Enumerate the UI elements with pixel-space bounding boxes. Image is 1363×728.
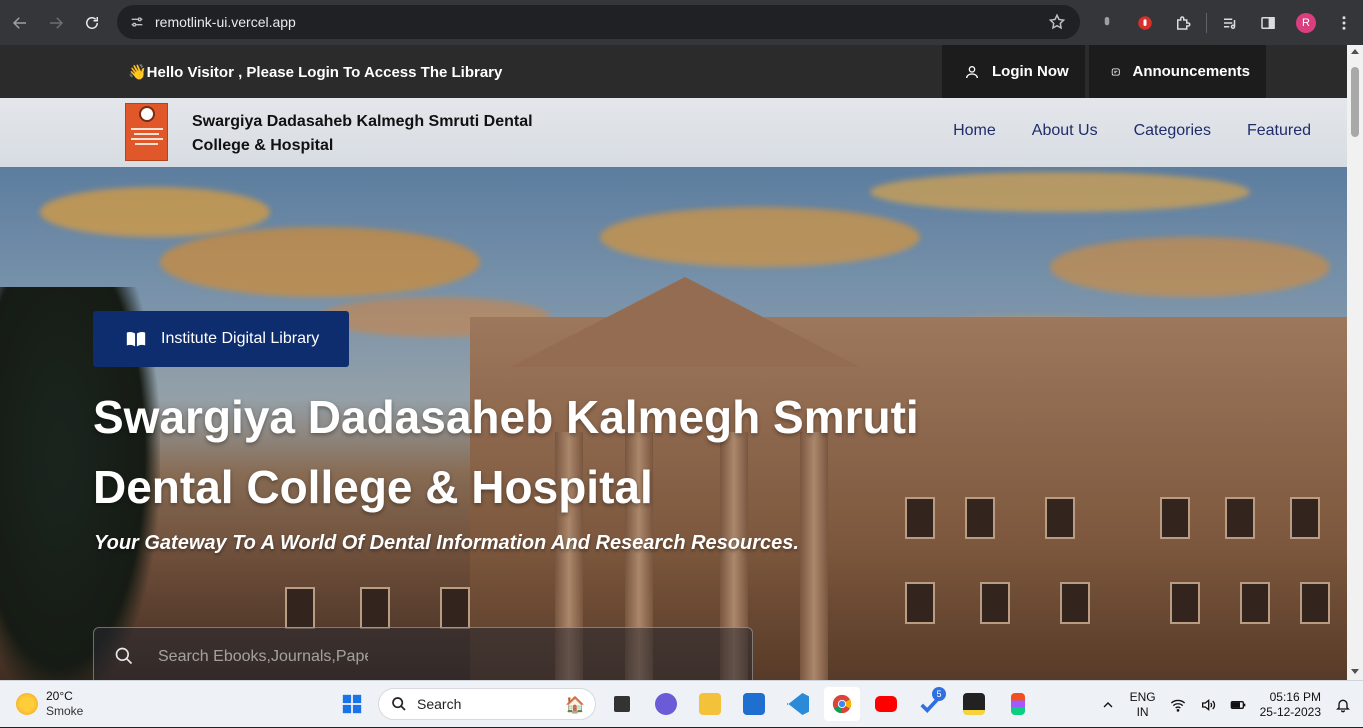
user-icon xyxy=(966,65,978,78)
windows-taskbar: 20°C Smoke Search 🏠 5 ENG IN 05:16 PM 25… xyxy=(0,680,1363,727)
hero-section: Institute Digital Library Swargiya Dadas… xyxy=(0,167,1347,680)
microsoft-store-icon[interactable] xyxy=(736,687,772,721)
badge-label: Institute Digital Library xyxy=(161,330,320,347)
todo-icon[interactable]: 5 xyxy=(912,687,948,721)
nav-featured[interactable]: Featured xyxy=(1247,122,1311,140)
scroll-up-arrow[interactable] xyxy=(1351,49,1359,54)
back-icon[interactable] xyxy=(2,5,38,41)
bookmark-star-icon[interactable] xyxy=(1048,13,1066,31)
notification-bell-icon[interactable] xyxy=(1335,697,1351,713)
taskbar-clock[interactable]: 05:16 PM 25-12-2023 xyxy=(1260,690,1321,720)
nav-about-us[interactable]: About Us xyxy=(1032,122,1098,140)
scroll-down-arrow[interactable] xyxy=(1351,669,1359,674)
hero-title: Swargiya Dadasaheb Kalmegh Smruti Dental… xyxy=(93,391,919,513)
browser-toolbar: remotlink-ui.vercel.app R xyxy=(0,0,1363,45)
hero-tagline: Your Gateway To A World Of Dental Inform… xyxy=(94,532,799,554)
taskbar-search-icon xyxy=(392,697,406,711)
nav-categories[interactable]: Categories xyxy=(1134,122,1211,140)
top-info-bar: 👋Hello Visitor , Please Login To Access … xyxy=(0,45,1347,98)
reload-icon[interactable] xyxy=(74,5,110,41)
search-input[interactable] xyxy=(158,644,368,670)
vscode-icon[interactable] xyxy=(780,687,816,721)
todo-badge: 5 xyxy=(932,687,946,701)
open-book-icon xyxy=(126,331,146,347)
extension-mic-icon[interactable] xyxy=(1088,4,1126,42)
college-name: Swargiya Dadasaheb Kalmegh Smruti Dental… xyxy=(192,113,533,154)
task-view-icon[interactable] xyxy=(604,687,640,721)
address-bar[interactable]: remotlink-ui.vercel.app xyxy=(117,5,1080,39)
announcements-label: Announcements xyxy=(1132,63,1250,80)
weather-temperature: 20°C xyxy=(46,689,73,703)
wifi-icon[interactable] xyxy=(1170,697,1186,713)
taskbar-search[interactable]: Search 🏠 xyxy=(378,688,596,720)
college-logo[interactable] xyxy=(125,103,168,161)
figma-icon[interactable] xyxy=(1000,687,1036,721)
site-info-icon[interactable] xyxy=(129,14,145,30)
chrome-taskbar-icon[interactable] xyxy=(824,687,860,721)
url-text: remotlink-ui.vercel.app xyxy=(155,14,296,30)
lang-region: IN xyxy=(1136,704,1149,719)
side-panel-icon[interactable] xyxy=(1249,4,1287,42)
site-header: Swargiya Dadasaheb Kalmegh Smruti Dental… xyxy=(0,98,1347,167)
battery-icon[interactable] xyxy=(1230,697,1246,713)
taskbar-apps: Search 🏠 5 xyxy=(334,687,1036,721)
announcement-icon xyxy=(1111,67,1120,76)
extensions-puzzle-icon[interactable] xyxy=(1164,4,1202,42)
lang-code: ENG xyxy=(1129,689,1156,704)
chrome-menu-icon[interactable] xyxy=(1325,4,1363,42)
chevron-up-icon[interactable] xyxy=(1100,697,1116,713)
youtube-icon[interactable] xyxy=(868,687,904,721)
file-explorer-icon[interactable] xyxy=(692,687,728,721)
clock-date: 25-12-2023 xyxy=(1259,704,1321,719)
teams-chat-icon[interactable] xyxy=(648,687,684,721)
login-now-button[interactable]: Login Now xyxy=(942,45,1085,98)
sticky-notes-icon[interactable] xyxy=(956,687,992,721)
media-queue-icon[interactable] xyxy=(1211,4,1249,42)
windows-start-icon[interactable] xyxy=(334,687,370,721)
page-scrollbar[interactable] xyxy=(1347,45,1363,680)
forward-icon[interactable] xyxy=(38,5,74,41)
extension-red-icon[interactable] xyxy=(1126,4,1164,42)
login-label: Login Now xyxy=(992,63,1069,80)
institute-digital-library-badge[interactable]: Institute Digital Library xyxy=(93,311,349,367)
weather-description: Smoke xyxy=(46,704,84,718)
scrollbar-thumb[interactable] xyxy=(1351,67,1359,137)
volume-icon[interactable] xyxy=(1200,697,1216,713)
profile-avatar[interactable]: R xyxy=(1287,4,1325,42)
search-icon xyxy=(115,647,133,665)
weather-widget[interactable]: 20°C Smoke xyxy=(16,689,83,719)
toolbar-separator xyxy=(1206,12,1207,33)
logo-seal xyxy=(138,106,155,122)
language-indicator[interactable]: ENG IN xyxy=(1130,690,1156,720)
holiday-house-icon: 🏠 xyxy=(565,697,585,714)
clock-time: 05:16 PM xyxy=(1269,689,1321,704)
system-tray: ENG IN 05:16 PM 25-12-2023 xyxy=(1100,681,1363,728)
visitor-greeting: 👋Hello Visitor , Please Login To Access … xyxy=(128,64,503,81)
announcements-button[interactable]: Announcements xyxy=(1089,45,1266,98)
taskbar-search-label: Search xyxy=(417,696,462,712)
main-nav: Home About Us Categories Featured xyxy=(953,122,1311,140)
logo-text-lines xyxy=(130,125,163,148)
page-viewport: 👋Hello Visitor , Please Login To Access … xyxy=(0,45,1347,680)
nav-home[interactable]: Home xyxy=(953,122,996,140)
library-search-box xyxy=(93,627,753,680)
profile-initial: R xyxy=(1296,12,1316,33)
sun-icon xyxy=(16,693,38,715)
